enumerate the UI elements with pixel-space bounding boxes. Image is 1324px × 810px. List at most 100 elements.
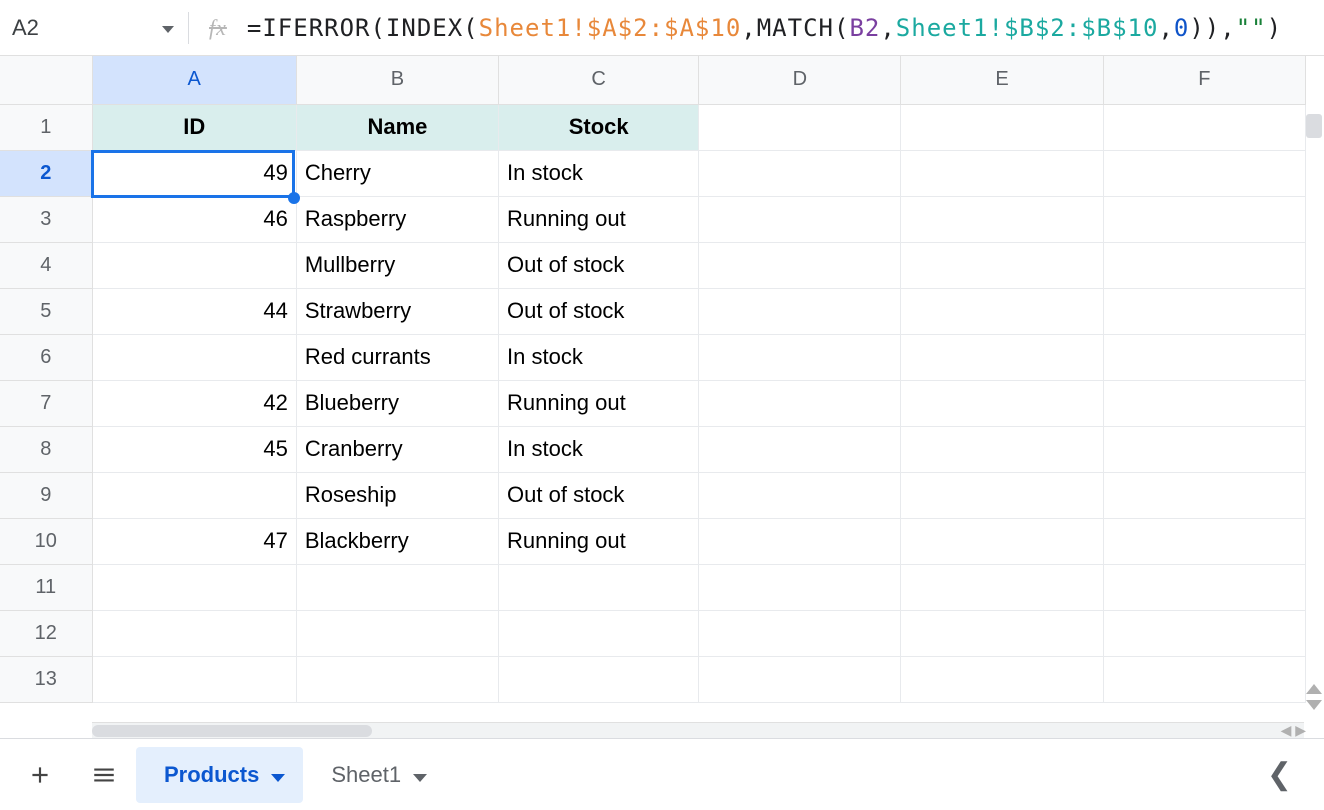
horizontal-scrollbar[interactable]: ◀ ▶	[92, 722, 1304, 738]
name-box-dropdown-icon[interactable]	[162, 16, 174, 39]
add-sheet-button[interactable]	[8, 747, 72, 803]
name-box[interactable]: A2	[12, 11, 188, 45]
row-header[interactable]: 2	[0, 150, 92, 196]
cell-A7[interactable]: 42	[92, 380, 296, 426]
row-header[interactable]: 3	[0, 196, 92, 242]
column-header-A[interactable]: A	[92, 56, 296, 104]
cell-D4[interactable]	[699, 242, 901, 288]
spreadsheet-grid[interactable]: A B C D E F 1 ID Name Stock 2 49 Cherry …	[0, 56, 1324, 738]
all-sheets-button[interactable]	[72, 747, 136, 803]
cell-C5[interactable]: Out of stock	[499, 288, 699, 334]
cell-F3[interactable]	[1103, 196, 1305, 242]
formula-input[interactable]: =IFERROR(INDEX(Sheet1!$A$2:$A$10,MATCH(B…	[247, 14, 1282, 42]
cell-D9[interactable]	[699, 472, 901, 518]
cell-D6[interactable]	[699, 334, 901, 380]
scroll-right-arrows[interactable]: ◀ ▶	[1281, 722, 1306, 738]
select-all-corner[interactable]	[0, 56, 92, 104]
cell-F2[interactable]	[1103, 150, 1305, 196]
cell-C7[interactable]: Running out	[499, 380, 699, 426]
column-header-F[interactable]: F	[1103, 56, 1305, 104]
cell-D10[interactable]	[699, 518, 901, 564]
cell-B2[interactable]: Cherry	[296, 150, 498, 196]
cell-A9[interactable]	[92, 472, 296, 518]
cell-B3[interactable]: Raspberry	[296, 196, 498, 242]
cell-A10[interactable]: 47	[92, 518, 296, 564]
cell-A11[interactable]	[92, 564, 296, 610]
row-header[interactable]: 9	[0, 472, 92, 518]
column-header-C[interactable]: C	[499, 56, 699, 104]
cell-F1[interactable]	[1103, 104, 1305, 150]
cell-F10[interactable]	[1103, 518, 1305, 564]
cell-B5[interactable]: Strawberry	[296, 288, 498, 334]
row-header[interactable]: 5	[0, 288, 92, 334]
cell-B6[interactable]: Red currants	[296, 334, 498, 380]
cell-E3[interactable]	[901, 196, 1103, 242]
cell-A3[interactable]: 46	[92, 196, 296, 242]
cell-E6[interactable]	[901, 334, 1103, 380]
cell-A1[interactable]: ID	[92, 104, 296, 150]
cell-A2[interactable]: 49	[92, 150, 296, 196]
cell-B1[interactable]: Name	[296, 104, 498, 150]
cell-C4[interactable]: Out of stock	[499, 242, 699, 288]
cell-F7[interactable]	[1103, 380, 1305, 426]
cell-C2[interactable]: In stock	[499, 150, 699, 196]
sheet-tab-dropdown-icon[interactable]	[271, 762, 285, 788]
cell-C1[interactable]: Stock	[499, 104, 699, 150]
explore-collapse-button[interactable]: ❮	[1267, 757, 1316, 792]
cell-E4[interactable]	[901, 242, 1103, 288]
cell-E5[interactable]	[901, 288, 1103, 334]
vertical-scrollbar-thumb[interactable]	[1306, 114, 1322, 138]
row-header[interactable]: 11	[0, 564, 92, 610]
cell-E8[interactable]	[901, 426, 1103, 472]
row-header[interactable]: 7	[0, 380, 92, 426]
cell-A5[interactable]: 44	[92, 288, 296, 334]
cell-A12[interactable]	[92, 610, 296, 656]
cell-A4[interactable]	[92, 242, 296, 288]
cell-D7[interactable]	[699, 380, 901, 426]
row-header[interactable]: 1	[0, 104, 92, 150]
cell-E7[interactable]	[901, 380, 1103, 426]
cell-A13[interactable]	[92, 656, 296, 702]
fill-handle[interactable]	[288, 192, 300, 204]
sheet-tab-products[interactable]: Products	[136, 747, 303, 803]
cell-B8[interactable]: Cranberry	[296, 426, 498, 472]
cell-D5[interactable]	[699, 288, 901, 334]
cell-B9[interactable]: Roseship	[296, 472, 498, 518]
cell-A6[interactable]	[92, 334, 296, 380]
cell-F4[interactable]	[1103, 242, 1305, 288]
cell-B7[interactable]: Blueberry	[296, 380, 498, 426]
scroll-up-icon[interactable]	[1306, 684, 1322, 694]
cell-B10[interactable]: Blackberry	[296, 518, 498, 564]
column-header-D[interactable]: D	[699, 56, 901, 104]
cell-C8[interactable]: In stock	[499, 426, 699, 472]
cell-F9[interactable]	[1103, 472, 1305, 518]
row-header[interactable]: 4	[0, 242, 92, 288]
sheet-tab-dropdown-icon[interactable]	[413, 762, 427, 788]
cell-B4[interactable]: Mullberry	[296, 242, 498, 288]
cell-E10[interactable]	[901, 518, 1103, 564]
column-header-B[interactable]: B	[296, 56, 498, 104]
cell-D8[interactable]	[699, 426, 901, 472]
cell-D2[interactable]	[699, 150, 901, 196]
row-header[interactable]: 8	[0, 426, 92, 472]
cell-D3[interactable]	[699, 196, 901, 242]
cell-E2[interactable]	[901, 150, 1103, 196]
cell-C6[interactable]: In stock	[499, 334, 699, 380]
cell-D1[interactable]	[699, 104, 901, 150]
horizontal-scrollbar-thumb[interactable]	[92, 725, 372, 737]
cell-C3[interactable]: Running out	[499, 196, 699, 242]
cell-E9[interactable]	[901, 472, 1103, 518]
column-header-E[interactable]: E	[901, 56, 1103, 104]
row-header[interactable]: 12	[0, 610, 92, 656]
cell-C9[interactable]: Out of stock	[499, 472, 699, 518]
cell-C10[interactable]: Running out	[499, 518, 699, 564]
scroll-down-icon[interactable]	[1306, 700, 1322, 710]
row-header[interactable]: 10	[0, 518, 92, 564]
row-header[interactable]: 13	[0, 656, 92, 702]
cell-E1[interactable]	[901, 104, 1103, 150]
cell-F6[interactable]	[1103, 334, 1305, 380]
cell-F8[interactable]	[1103, 426, 1305, 472]
cell-A8[interactable]: 45	[92, 426, 296, 472]
sheet-tab-sheet1[interactable]: Sheet1	[303, 747, 445, 803]
row-header[interactable]: 6	[0, 334, 92, 380]
